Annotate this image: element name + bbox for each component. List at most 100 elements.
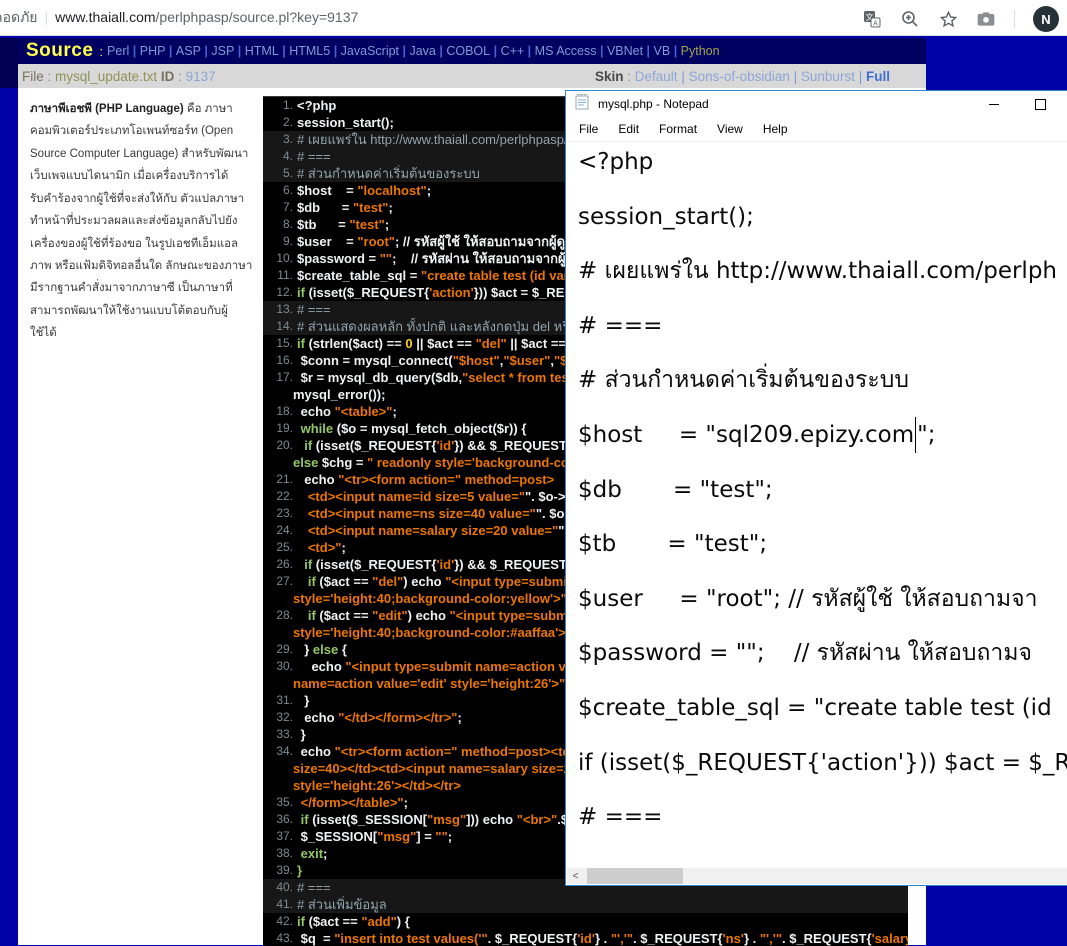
toolbar-divider [1014,10,1015,28]
code-line-content: $r = mysql_db_query($db,"select * from t… [297,369,584,386]
code-line-content: if (isset($_REQUEST{'id'}) && $_REQUEST{… [297,556,587,573]
id-label: ID [157,69,174,84]
code-line-content: name=action value='edit' style='height:2… [293,675,569,692]
maximize-icon [1035,99,1046,110]
code-line-content: # === [297,879,331,896]
line-number: 26. [263,556,297,573]
line-number: 25. [263,539,297,556]
profile-avatar[interactable]: N [1033,6,1059,32]
lang-link-perl[interactable]: Perl [107,44,129,58]
minimize-button[interactable] [972,91,1016,117]
skin-link-sunburst[interactable]: Sunburst [801,69,855,84]
notepad-line: $db = "test"; [578,463,1067,518]
lang-link-php[interactable]: PHP [140,44,166,58]
lang-link-cobol[interactable]: COBOL [446,44,490,58]
lang-link-vb[interactable]: VB [654,44,671,58]
menu-item-view[interactable]: View [707,122,753,136]
file-label: File [18,69,44,84]
code-line-content: } else { [297,641,347,658]
code-line-content: echo "<tr><form action=" method=post><td… [297,743,578,760]
notepad-text-area[interactable]: <?phpsession_start();# เผยแพร่ใน http://… [578,135,1067,865]
code-line-content: </form></table>"; [297,794,408,811]
line-number: 38. [263,845,297,862]
code-line-content: exit; [297,845,327,862]
line-number: 19. [263,420,297,437]
code-line-content: # === [297,301,331,318]
address-separator: | [38,9,56,25]
line-number: 12. [263,284,297,301]
notepad-line: $host = "sql209.epizy.com"; [578,408,1067,463]
menu-item-help[interactable]: Help [753,122,798,136]
lang-link-ms-access[interactable]: MS Access [535,44,597,58]
code-line-content: echo "<table>"; [297,403,397,420]
line-number: 15. [263,335,297,352]
skin-link-full[interactable]: Full [866,69,890,84]
file-colon: : [44,69,55,84]
line-number: 18. [263,403,297,420]
notepad-horizontal-scrollbar[interactable]: < [567,868,1067,884]
line-number: 29. [263,641,297,658]
code-line-content: <?php [297,97,336,114]
bookmark-star-icon[interactable] [938,9,958,29]
lang-link-asp[interactable]: ASP [176,44,201,58]
skin-link-sons-of-obsidian[interactable]: Sons-of-obsidian [689,69,790,84]
file-info-bar: File : mysql_update.txt ID : 9137 Skin :… [18,64,926,88]
line-number: 7. [263,199,297,216]
lang-link-javascript[interactable]: JavaScript [341,44,399,58]
notepad-line: # === [578,299,1067,354]
line-number: 23. [263,505,297,522]
zoom-in-icon[interactable] [900,9,920,29]
line-number: 6. [263,182,297,199]
line-number: 20. [263,437,297,454]
line-number: 4. [263,148,297,165]
translate-icon[interactable]: 文A [862,9,882,29]
code-line-content: if (isset($_SESSION["msg"])) echo "<br>"… [297,811,584,828]
maximize-button[interactable] [1018,91,1062,117]
notepad-line: $user = "root"; // รหัสผู้ใช้ ให้สอบถามจ… [578,572,1067,627]
menu-item-edit[interactable]: Edit [608,122,649,136]
notepad-titlebar[interactable]: mysql.php - Notepad [566,91,1067,117]
security-label: ลอดภัย [0,9,38,25]
line-number: 1. [263,97,297,114]
address-bar[interactable]: ลอดภัย|www.thaiall.com/perlphpasp/source… [0,7,358,29]
php-description-paragraph: ภาษาพีเอชพี (PHP Language) คือ ภาษาคอมพิ… [18,88,263,345]
lang-link-html[interactable]: HTML [245,44,279,58]
notepad-line: # ส่วนกำหนดค่าเริ่มต้นของระบบ [578,353,1067,408]
language-separator: | [279,44,289,58]
menu-item-file[interactable]: File [566,122,608,136]
skin-separator: | [790,69,801,84]
menu-item-format[interactable]: Format [649,122,707,136]
code-line-content: style='height:40;background-color:yellow… [293,590,571,607]
notepad-line: $password = ""; // รหัสผ่าน ให้สอบถามจ [578,626,1067,681]
skin-link-default[interactable]: Default [635,69,678,84]
code-line-content: mysql_error()); [293,386,385,403]
camera-icon[interactable] [976,9,996,29]
lang-link-java[interactable]: Java [409,44,435,58]
lang-link-html5[interactable]: HTML5 [289,44,330,58]
php-description-body: คือ ภาษาคอมพิวเตอร์ประเภทโอเพนท์ซอร์ท (O… [30,103,252,339]
line-number: 24. [263,522,297,539]
code-line-content: echo "</td></form></tr>"; [297,709,462,726]
scroll-left-arrow-icon[interactable]: < [567,868,584,884]
notepad-line: if (isset($_REQUEST{'action'})) $act = $… [578,736,1067,791]
scrollbar-thumb[interactable] [587,868,683,884]
language-separator: | [436,44,446,58]
language-separator: | [201,44,211,58]
notepad-line: # เผยแพร่ใน http://www.thaiall.com/perlp… [578,244,1067,299]
notepad-window: mysql.php - Notepad FileEditFormatViewHe… [565,90,1067,886]
line-number: 37. [263,828,297,845]
browser-toolbar: ลอดภัย|www.thaiall.com/perlphpasp/source… [0,0,1067,36]
skin-switcher: Skin : Default | Sons-of-obsidian | Sunb… [595,64,890,88]
lang-link-c-[interactable]: C++ [501,44,525,58]
notepad-line: # === [578,790,1067,845]
language-separator: | [234,44,244,58]
lang-link-python[interactable]: Python [681,44,720,58]
lang-link-vbnet[interactable]: VBNet [607,44,643,58]
line-number: 27. [263,573,297,590]
code-line-content: # เผยแพร่ใน http://www.thaiall.com/perlp… [297,131,568,148]
lang-link-jsp[interactable]: JSP [211,44,234,58]
code-line-content: # ส่วนแสดงผลหลัก ทั้งปกติ และหลังกดปุ่ม … [297,318,577,335]
wrap-indent [263,454,293,471]
code-line-content: if ($act == "edit") echo "<input type=su… [297,607,571,624]
line-number: 30. [263,658,297,675]
